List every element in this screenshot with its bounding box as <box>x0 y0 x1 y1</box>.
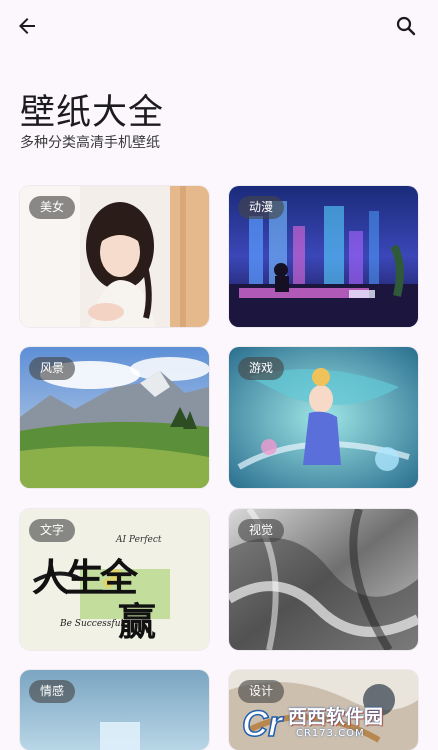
watermark-logo: Cr 西西软件园 CR173.COM <box>240 700 420 746</box>
top-app-bar <box>0 0 438 56</box>
artwork-calligraphy-sub: 赢 <box>118 599 157 644</box>
page-title: 壁纸大全 <box>20 93 165 133</box>
artwork-small-line: Be Successful <box>60 619 124 629</box>
category-card-emotion[interactable]: 情感 <box>20 670 209 750</box>
category-card-visual[interactable]: 视觉 <box>229 509 418 650</box>
category-label: 游戏 <box>238 357 285 380</box>
category-label: 美女 <box>29 196 76 219</box>
artwork-ai-line: AI Perfect <box>116 535 162 545</box>
watermark-url: CR173.COM <box>296 728 365 739</box>
category-card-anime[interactable]: 动漫 <box>229 186 418 327</box>
svg-text:Cr: Cr <box>242 703 284 744</box>
category-card-beauty[interactable]: 美女 <box>20 186 209 327</box>
search-icon <box>396 16 416 36</box>
category-label: 动漫 <box>238 196 285 219</box>
category-label: 文字 <box>29 519 76 542</box>
arrow-left-icon <box>19 18 35 34</box>
category-label: 视觉 <box>238 519 285 542</box>
category-label: 风景 <box>29 357 76 380</box>
page-subtitle: 多种分类高清手机壁纸 <box>20 135 160 151</box>
category-card-text[interactable]: AI Perfect 人生全 赢 Be Successful 文字 <box>20 509 209 650</box>
category-label: 情感 <box>29 680 76 703</box>
search-button[interactable] <box>386 6 426 46</box>
category-card-scenery[interactable]: 风景 <box>20 347 209 488</box>
back-button[interactable] <box>7 6 47 46</box>
watermark-brand: 西西软件园 <box>288 706 384 728</box>
category-card-game[interactable]: 游戏 <box>229 347 418 488</box>
